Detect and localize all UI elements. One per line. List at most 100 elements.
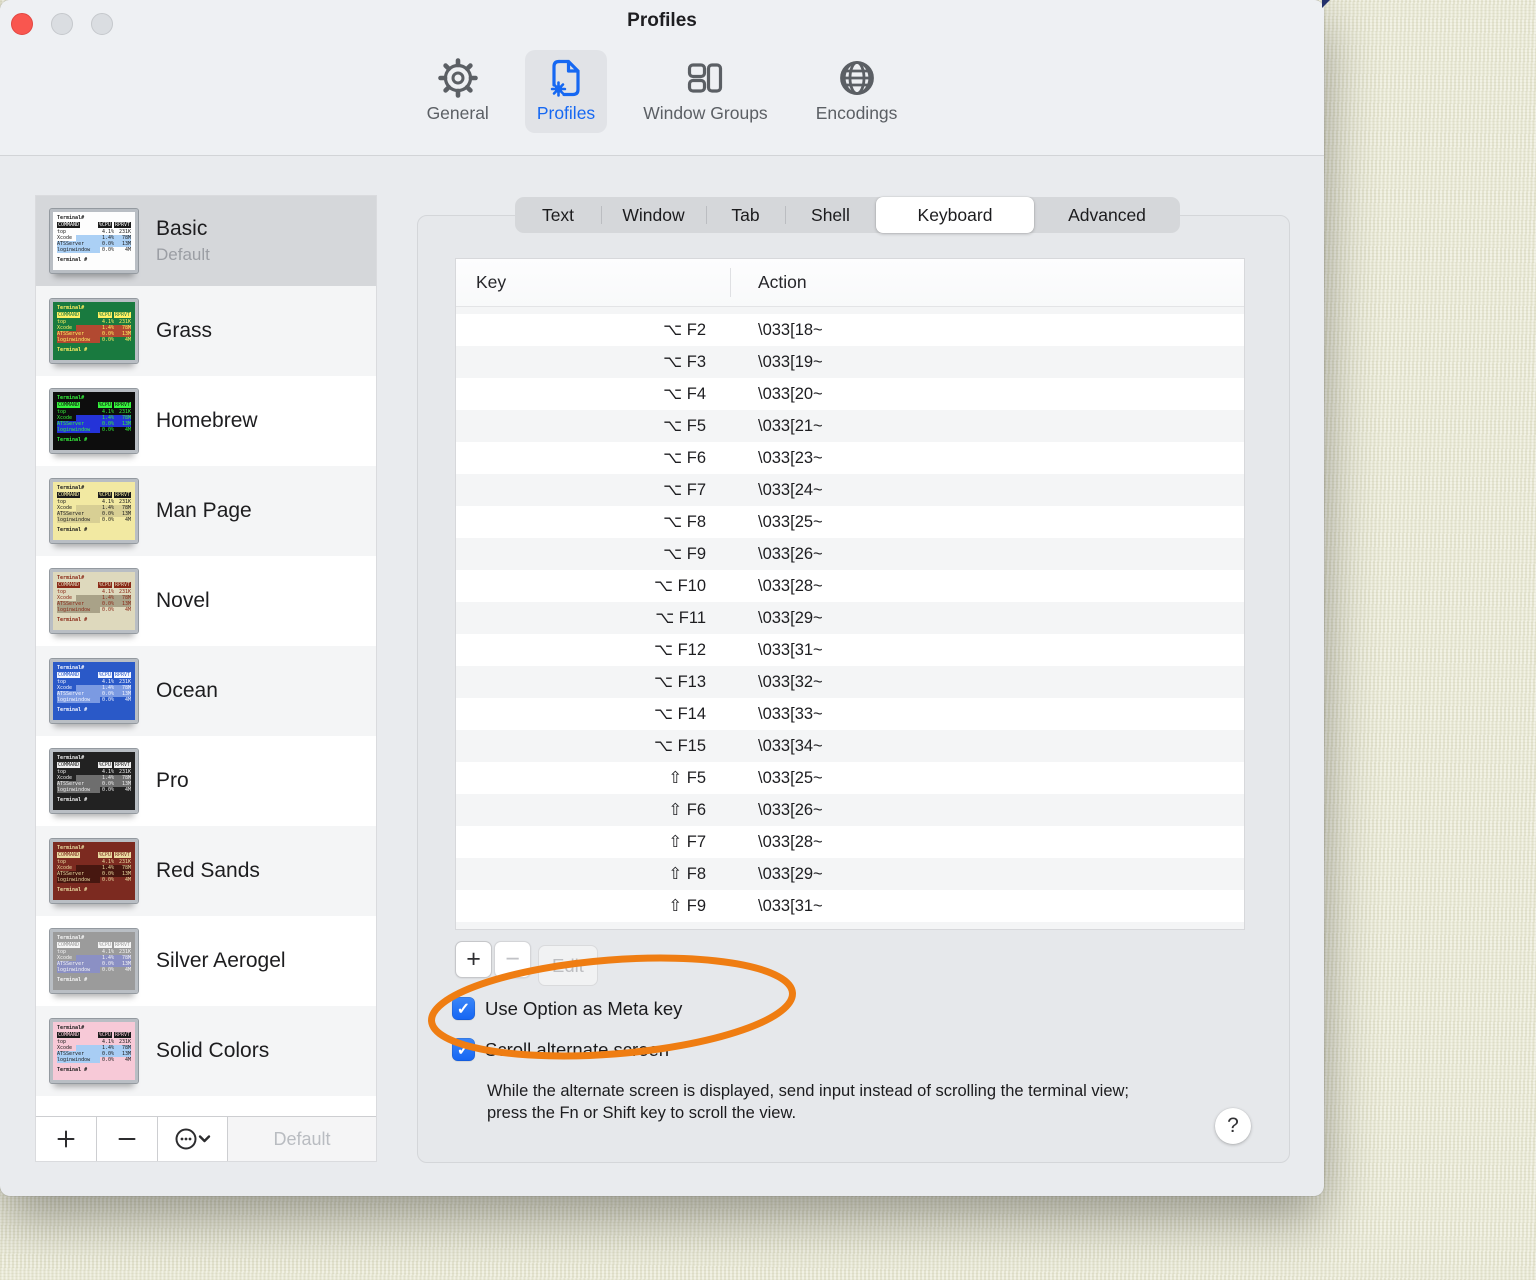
key-cell: ⌥ F5: [663, 417, 706, 435]
action-cell: \033[23~: [758, 448, 823, 467]
add-profile-button[interactable]: [36, 1117, 97, 1161]
gear-icon: [437, 58, 478, 98]
sidebar-item-grass[interactable]: Terminal# COMMAND %CPU RPRVT top 4.1% 231K X…: [36, 286, 376, 376]
use-option-as-meta-checkbox-row[interactable]: ✓ Use Option as Meta key: [452, 997, 682, 1020]
table-buttons: + − Edit: [455, 941, 598, 986]
key-cell: ⌥ F13: [653, 673, 706, 691]
more-options-button[interactable]: [158, 1117, 228, 1161]
sidebar-item-basic[interactable]: Terminal# COMMAND %CPU RPRVT top 4.1% 231K X…: [36, 196, 376, 286]
key-cell: ⌥ F12: [653, 641, 706, 659]
toolbar-item-label: General: [426, 103, 489, 123]
action-cell: \033[34~: [758, 736, 823, 755]
sidebar-item-pro[interactable]: Terminal# COMMAND %CPU RPRVT top 4.1% 231K X…: [36, 736, 376, 826]
titlebar: Profiles General Profiles Window Groups …: [0, 0, 1324, 156]
sidebar-item-man-page[interactable]: Terminal# COMMAND %CPU RPRVT top 4.1% 231K X…: [36, 466, 376, 556]
table-row[interactable]: ⌥ F9 \033[26~: [456, 538, 1244, 570]
sidebar-item-red-sands[interactable]: Terminal# COMMAND %CPU RPRVT top 4.1% 231K X…: [36, 826, 376, 916]
tab-advanced[interactable]: Advanced: [1034, 197, 1180, 233]
scroll-alternate-screen-checkbox-row[interactable]: ✓ Scroll alternate screen: [452, 1038, 669, 1061]
table-row[interactable]: ⌥ F3 \033[19~: [456, 346, 1244, 378]
tab-text[interactable]: Text: [515, 197, 601, 233]
action-cell: \033[24~: [758, 480, 823, 499]
table-row[interactable]: ⇧ F9 \033[31~: [456, 890, 1244, 922]
toolbar-item-general[interactable]: General: [415, 50, 501, 133]
table-row[interactable]: ⇧ F6 \033[26~: [456, 794, 1244, 826]
sidebar-item-solid-colors[interactable]: Terminal# COMMAND %CPU RPRVT top 4.1% 231K X…: [36, 1006, 376, 1096]
globe-icon: [837, 58, 877, 98]
alternate-screen-help-text: While the alternate screen is displayed,…: [487, 1082, 1130, 1122]
table-row[interactable]: ⌥ F14 \033[33~: [456, 698, 1244, 730]
tab-window[interactable]: Window: [601, 197, 706, 233]
table-row[interactable]: ⇧ F5 \033[25~: [456, 762, 1244, 794]
keyboard-shortcut-table: Key Action ⌥ F2 \033[18~ ⌥ F3 \033[19~ ⌥…: [455, 258, 1245, 930]
table-row[interactable]: ⌥ F10 \033[28~: [456, 570, 1244, 602]
key-cell: ⇧ F5: [668, 769, 706, 787]
sidebar-item-homebrew[interactable]: Terminal# COMMAND %CPU RPRVT top 4.1% 231K X…: [36, 376, 376, 466]
sidebar-item-silver-aerogel[interactable]: Terminal# COMMAND %CPU RPRVT top 4.1% 231K X…: [36, 916, 376, 1006]
checkbox-checked-icon[interactable]: ✓: [452, 1038, 475, 1061]
table-row[interactable]: ⌥ F11 \033[29~: [456, 602, 1244, 634]
profile-name: Solid Colors: [156, 1039, 270, 1062]
preferences-window: Profiles General Profiles Window Groups …: [0, 0, 1324, 1196]
table-row[interactable]: ⌥ F5 \033[21~: [456, 410, 1244, 442]
action-cell: \033[26~: [758, 544, 823, 563]
table-row[interactable]: ⌥ F8 \033[25~: [456, 506, 1244, 538]
table-row[interactable]: ⌥ F7 \033[24~: [456, 474, 1244, 506]
table-row[interactable]: ⌥ F12 \033[31~: [456, 634, 1244, 666]
column-header-action[interactable]: Action: [730, 272, 807, 293]
desktop-corner-artifact: [1322, 0, 1330, 8]
column-header-key[interactable]: Key: [456, 272, 730, 293]
action-cell: \033[28~: [758, 576, 823, 595]
profile-name: Grass: [156, 319, 213, 342]
table-row[interactable]: ⌥ F13 \033[32~: [456, 666, 1244, 698]
sidebar-item-novel[interactable]: Terminal# COMMAND %CPU RPRVT top 4.1% 231K X…: [36, 556, 376, 646]
key-cell: ⌥ F4: [663, 385, 706, 403]
profile-thumbnail: Terminal# COMMAND %CPU RPRVT top 4.1% 231K X…: [49, 568, 139, 634]
table-row[interactable]: ⇧ F7 \033[28~: [456, 826, 1244, 858]
tab-keyboard[interactable]: Keyboard: [876, 197, 1034, 233]
help-button[interactable]: ?: [1215, 1108, 1251, 1144]
window-groups-icon: [685, 58, 725, 98]
table-row[interactable]: ⌥ F6 \033[23~: [456, 442, 1244, 474]
tab-tab[interactable]: Tab: [706, 197, 785, 233]
sidebar-footer: Default: [36, 1116, 376, 1161]
profile-thumbnail: Terminal# COMMAND %CPU RPRVT top 4.1% 231K X…: [49, 478, 139, 544]
add-key-button[interactable]: +: [455, 941, 492, 978]
checkbox-label: Scroll alternate screen: [485, 1038, 670, 1060]
profile-thumbnail: Terminal# COMMAND %CPU RPRVT top 4.1% 231K X…: [49, 748, 139, 814]
action-cell: \033[31~: [758, 640, 823, 659]
key-cell: ⇧ F7: [668, 833, 706, 851]
table-body: ⌥ F2 \033[18~ ⌥ F3 \033[19~ ⌥ F4 \033[20…: [456, 314, 1244, 922]
profile-name: Novel: [156, 589, 210, 612]
toolbar: General Profiles Window Groups Encodings: [0, 50, 1324, 133]
column-divider[interactable]: [730, 268, 731, 297]
checkbox-checked-icon[interactable]: ✓: [452, 997, 475, 1020]
action-cell: \033[25~: [758, 512, 823, 531]
partial-row-bottom: [456, 922, 1244, 929]
profile-name: Basic: [156, 217, 208, 240]
window-title: Profiles: [627, 10, 697, 31]
partial-row-top: [456, 307, 1244, 314]
profile-doc-icon: [546, 58, 586, 98]
default-button: Default: [228, 1117, 376, 1161]
action-cell: \033[32~: [758, 672, 823, 691]
remove-profile-button[interactable]: [97, 1117, 158, 1161]
tab-shell[interactable]: Shell: [785, 197, 876, 233]
toolbar-item-profiles[interactable]: Profiles: [524, 50, 608, 133]
table-row[interactable]: ⌥ F15 \033[34~: [456, 730, 1244, 762]
key-cell: ⌥ F14: [653, 705, 706, 723]
key-cell: ⌥ F8: [663, 513, 706, 531]
profile-thumbnail: Terminal# COMMAND %CPU RPRVT top 4.1% 231K X…: [49, 658, 139, 724]
profile-tabs: Text Window Tab Shell Keyboard Advanced: [515, 197, 1180, 233]
sidebar-item-ocean[interactable]: Terminal# COMMAND %CPU RPRVT top 4.1% 231K X…: [36, 646, 376, 736]
toolbar-item-window-groups[interactable]: Window Groups: [631, 50, 780, 133]
action-cell: \033[20~: [758, 384, 823, 403]
toolbar-item-encodings[interactable]: Encodings: [804, 50, 910, 133]
key-cell: ⌥ F10: [653, 577, 706, 595]
toolbar-item-label: Encodings: [815, 103, 898, 123]
key-cell: ⌥ F2: [663, 321, 706, 339]
table-row[interactable]: ⇧ F8 \033[29~: [456, 858, 1244, 890]
table-row[interactable]: ⌥ F4 \033[20~: [456, 378, 1244, 410]
table-row[interactable]: ⌥ F2 \033[18~: [456, 314, 1244, 346]
key-cell: ⇧ F6: [668, 801, 706, 819]
